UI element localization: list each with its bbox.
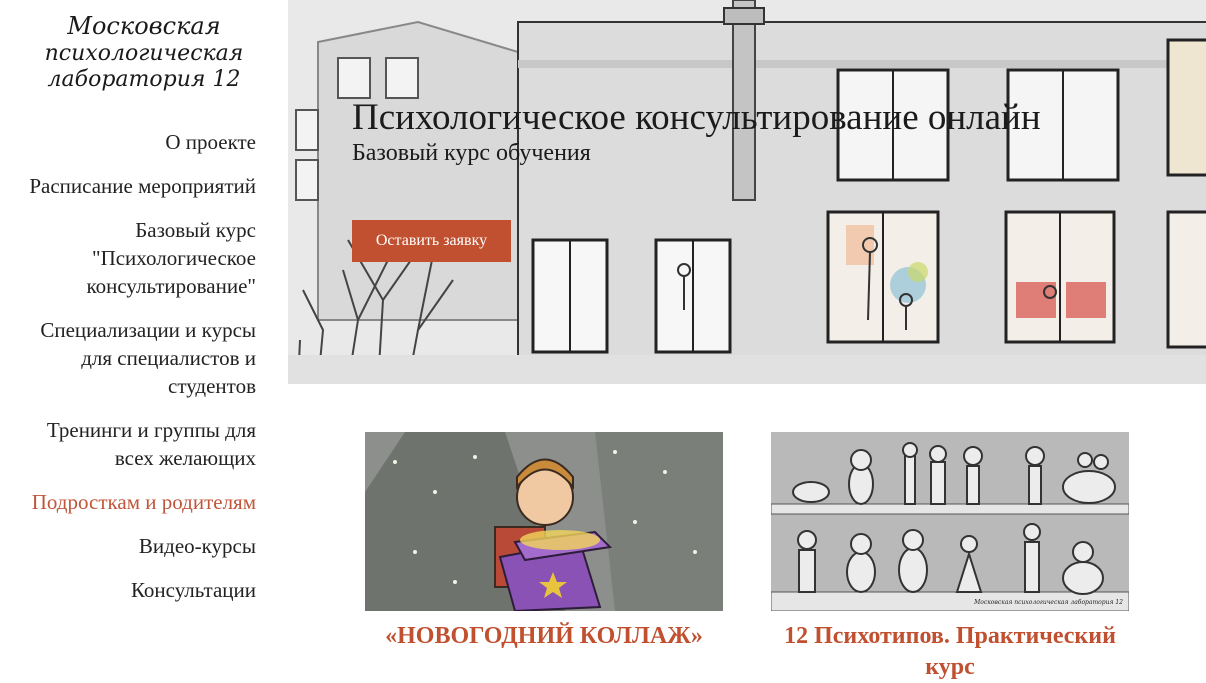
card-title[interactable]: 12 Психотипов. Практический курс	[771, 621, 1129, 683]
course-card-new-year-collage[interactable]: «НОВОГОДНИЙ КОЛЛАЖ»	[365, 432, 723, 652]
main-nav: О проекте Расписание мероприятий Базовый…	[16, 128, 256, 620]
logo-line-3: лаборатория 12	[48, 67, 241, 92]
logo-lettering: Московская психологическая лаборатория 1…	[45, 12, 244, 92]
hero-title: Психологическое консультирование онлайн	[352, 97, 1041, 138]
nav-item-teens-parents[interactable]: Подросткам и родителям	[16, 488, 256, 516]
hero-banner: Психологическое консультирование онлайн …	[288, 0, 1206, 384]
logo-line-2: психологическая	[45, 41, 244, 66]
card-image[interactable]	[365, 432, 723, 611]
apply-button[interactable]: Оставить заявку	[352, 220, 511, 262]
nav-item-about[interactable]: О проекте	[16, 128, 256, 156]
card-title[interactable]: «НОВОГОДНИЙ КОЛЛАЖ»	[365, 621, 723, 652]
nav-item-trainings[interactable]: Тренинги и группы для всех желающих	[16, 416, 256, 472]
hero-subtitle: Базовый курс обучения	[352, 140, 591, 166]
sidebar: Московская психологическая лаборатория 1…	[0, 0, 288, 678]
course-card-12-psychotypes[interactable]: Московская психологическая лаборатория 1…	[771, 432, 1129, 683]
psychotypes-figurines-illustration: Московская психологическая лаборатория 1…	[771, 432, 1129, 611]
logo-line-1: Московская	[66, 12, 220, 40]
nav-item-schedule[interactable]: Расписание мероприятий	[16, 172, 256, 200]
card-image[interactable]: Московская психологическая лаборатория 1…	[771, 432, 1129, 611]
boy-gift-illustration	[365, 432, 723, 611]
nav-item-consultations[interactable]: Консультации	[16, 576, 256, 604]
nav-item-specializations[interactable]: Специализации и курсы для специалистов и…	[16, 316, 256, 400]
hero-illustration	[288, 0, 1206, 384]
nav-item-video-courses[interactable]: Видео-курсы	[16, 532, 256, 560]
site-logo[interactable]: Московская психологическая лаборатория 1…	[44, 8, 249, 100]
nav-item-basic-course[interactable]: Базовый курс "Психологическое консультир…	[16, 216, 257, 300]
image-signature: Московская психологическая лаборатория 1…	[973, 599, 1123, 606]
